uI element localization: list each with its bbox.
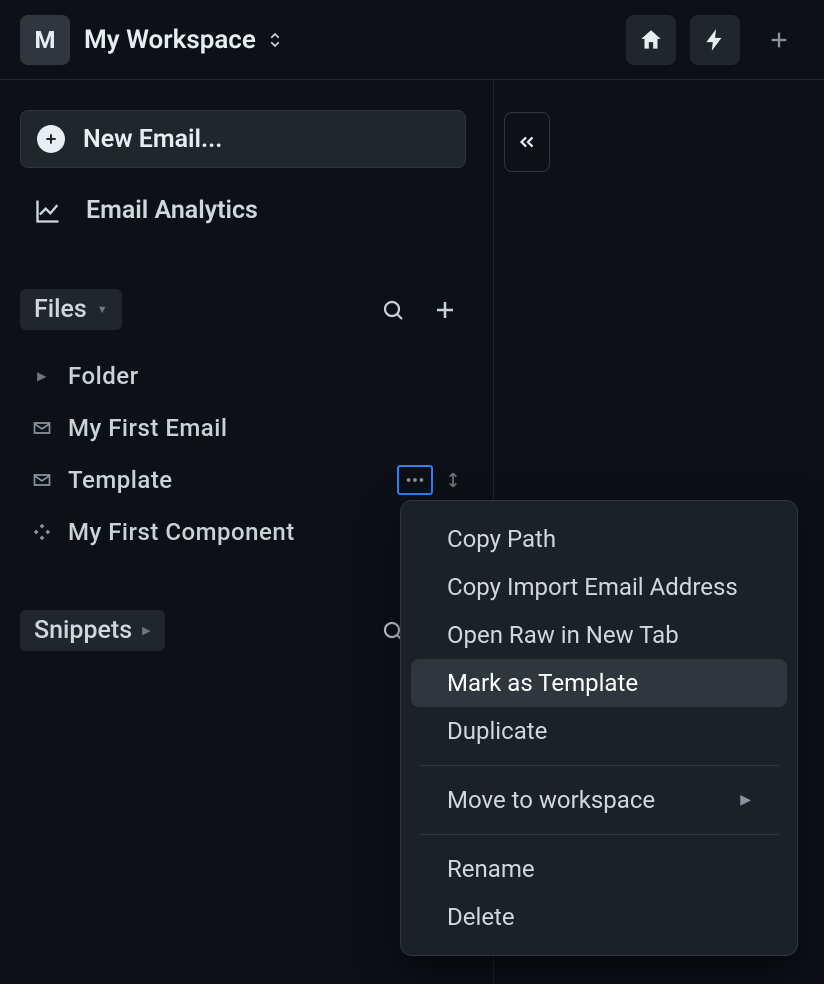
home-button[interactable] [626,15,676,65]
plus-icon [433,298,457,322]
caret-right-icon: ▶ [32,366,52,386]
email-icon [32,470,52,490]
menu-item-duplicate[interactable]: Duplicate [411,707,787,755]
component-icon [32,522,52,542]
chevrons-left-icon [516,131,538,153]
email-icon [32,418,52,438]
workspace-name-label: My Workspace [84,25,256,55]
menu-label: Rename [447,855,535,883]
chevrons-updown-icon [266,31,284,49]
menu-label: Copy Import Email Address [447,573,738,601]
file-item-folder[interactable]: ▶ Folder [20,354,473,398]
collapse-sidebar-button[interactable] [504,112,550,172]
drag-handle-icon[interactable] [443,470,463,490]
files-section-header: Files ▼ [20,289,473,330]
menu-item-open-raw[interactable]: Open Raw in New Tab [411,611,787,659]
new-email-button[interactable]: New Email... [20,110,466,168]
snippets-header-pill[interactable]: Snippets ▶ [20,610,165,651]
menu-item-rename[interactable]: Rename [411,845,787,893]
file-name-label: My First Component [68,518,295,546]
menu-label: Move to workspace [447,786,655,814]
file-name-label: Folder [68,362,139,390]
menu-label: Delete [447,903,515,931]
menu-separator [419,834,779,835]
menu-item-copy-path[interactable]: Copy Path [411,515,787,563]
workspace-badge[interactable]: M [20,15,70,65]
caret-right-icon: ▶ [142,624,150,637]
file-item-template[interactable]: Template [20,458,473,502]
chevron-right-icon: ▶ [740,792,751,808]
snippets-header-label: Snippets [34,616,132,645]
files-header-label: Files [34,295,87,324]
plus-icon [768,29,790,51]
workspace-switcher[interactable]: My Workspace [84,25,284,55]
files-add-button[interactable] [431,296,459,324]
search-icon [381,298,405,322]
menu-item-copy-import-email[interactable]: Copy Import Email Address [411,563,787,611]
file-name-label: My First Email [68,414,227,442]
file-item-email[interactable]: My First Email [20,406,473,450]
menu-item-move-to-workspace[interactable]: Move to workspace ▶ [411,776,787,824]
home-icon [638,27,664,53]
context-menu: Copy Path Copy Import Email Address Open… [400,500,798,956]
bolt-icon [702,27,728,53]
analytics-icon [34,197,62,225]
topbar: M My Workspace [0,0,824,80]
menu-item-mark-as-template[interactable]: Mark as Template [411,659,787,707]
menu-separator [419,765,779,766]
bolt-button[interactable] [690,15,740,65]
file-more-button[interactable] [397,465,433,495]
email-analytics-link[interactable]: Email Analytics [20,168,473,233]
menu-label: Duplicate [447,717,547,745]
menu-item-delete[interactable]: Delete [411,893,787,941]
plus-circle-icon [37,125,65,153]
workspace-initial: M [34,26,55,54]
menu-label: Mark as Template [447,669,638,697]
analytics-label: Email Analytics [86,196,258,225]
new-email-label: New Email... [83,125,222,154]
file-name-label: Template [68,466,173,494]
menu-label: Copy Path [447,525,556,553]
files-search-button[interactable] [379,296,407,324]
topbar-add-button[interactable] [754,15,804,65]
files-header-pill[interactable]: Files ▼ [20,289,122,330]
more-horizontal-icon [404,469,426,491]
caret-down-icon: ▼ [97,303,108,316]
menu-label: Open Raw in New Tab [447,621,679,649]
